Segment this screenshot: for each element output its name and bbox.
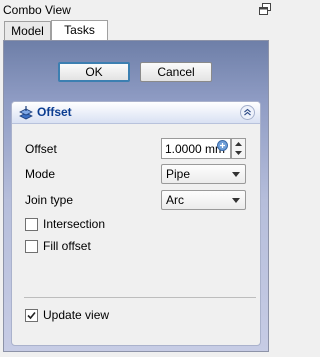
offset-task-box: Offset Offset 1.0000 mm Mode Pipe Join t…: [11, 101, 261, 346]
offset-input[interactable]: 1.0000 mm: [161, 138, 231, 159]
ok-button[interactable]: OK: [58, 62, 130, 82]
fill-offset-label: Fill offset: [43, 239, 91, 253]
dropdown-arrow-icon: [232, 172, 240, 177]
join-type-select[interactable]: Arc: [161, 190, 246, 210]
unit-expression-icon[interactable]: [217, 140, 228, 151]
spin-up-icon[interactable]: [234, 140, 243, 148]
offset-box-header: Offset: [12, 102, 260, 124]
join-type-value: Arc: [166, 193, 184, 207]
view-tabs: Model Tasks: [0, 20, 274, 42]
mode-value: Pipe: [166, 167, 191, 181]
separator: [24, 297, 256, 298]
intersection-checkbox[interactable]: [25, 218, 38, 231]
update-view-label: Update view: [43, 308, 110, 322]
fill-offset-checkbox[interactable]: [25, 240, 38, 253]
dropdown-arrow-icon: [232, 198, 240, 203]
offset-icon: [19, 106, 33, 120]
combo-view-titlebar: Combo View: [0, 0, 274, 19]
collapse-icon[interactable]: [240, 105, 255, 120]
cancel-button[interactable]: Cancel: [140, 62, 212, 82]
mode-select[interactable]: Pipe: [161, 164, 246, 184]
intersection-label: Intersection: [43, 217, 106, 231]
tab-model[interactable]: Model: [4, 21, 51, 40]
offset-box-title: Offset: [37, 105, 72, 119]
spin-down-icon[interactable]: [234, 149, 243, 157]
join-type-label: Join type: [25, 193, 74, 207]
checkmark-icon: [27, 311, 36, 320]
mode-label: Mode: [25, 167, 56, 181]
undock-icon[interactable]: [259, 3, 271, 15]
offset-spinbox[interactable]: [231, 138, 246, 159]
window-title: Combo View: [3, 3, 71, 17]
tab-tasks[interactable]: Tasks: [51, 20, 108, 41]
update-view-checkbox[interactable]: [25, 309, 38, 322]
offset-label: Offset: [25, 142, 57, 156]
